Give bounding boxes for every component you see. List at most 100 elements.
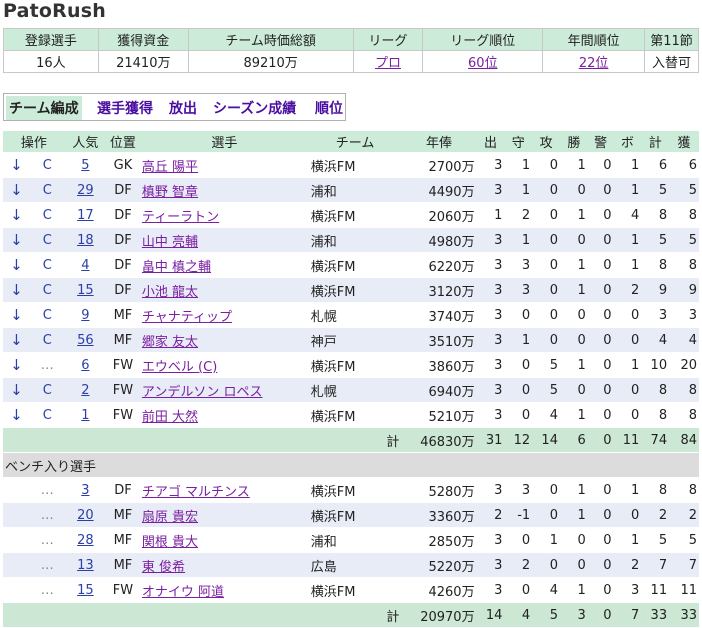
demote-arrow-icon[interactable]: ↓ — [3, 277, 30, 303]
captain-button[interactable]: C — [29, 202, 65, 228]
captain-button[interactable]: C — [29, 227, 65, 253]
player-name-link[interactable]: チアゴ マルチンス — [142, 485, 250, 500]
more-options-icon[interactable]: … — [29, 577, 65, 603]
stat-apps: 2 — [476, 502, 505, 528]
popularity-rank-link[interactable]: 28 — [77, 533, 94, 548]
tab-standings[interactable]: 順位 — [315, 98, 343, 118]
total-bonus: 7 — [613, 602, 642, 628]
stat-bonus: 0 — [613, 327, 642, 353]
captain-button[interactable]: C — [29, 152, 65, 178]
more-options-icon[interactable]: … — [29, 502, 65, 528]
captain-button[interactable]: C — [29, 402, 65, 428]
stat-earned: 7 — [669, 552, 699, 578]
popularity-rank-link[interactable]: 18 — [77, 233, 94, 248]
demote-arrow-icon[interactable]: ↓ — [3, 327, 30, 353]
popularity-link[interactable]: 5 — [64, 152, 106, 178]
stat-attack: 4 — [532, 577, 560, 603]
captain-button[interactable]: C — [29, 327, 65, 353]
total-warnings: 0 — [587, 602, 614, 628]
popularity-rank-link[interactable]: 56 — [77, 333, 94, 348]
more-options-icon[interactable]: … — [29, 552, 65, 578]
player-name-link[interactable]: 郷家 友太 — [142, 335, 198, 350]
popularity-link[interactable]: 18 — [64, 227, 106, 253]
captain-button[interactable]: C — [29, 302, 65, 328]
stat-bonus: 2 — [613, 552, 642, 578]
bench-row: … 28 MF 関根 貴大 浦和 2850万 3 0 1 0 0 1 5 5 — [3, 527, 699, 553]
popularity-link[interactable]: 2 — [64, 377, 106, 403]
tab-release[interactable]: 放出 — [169, 98, 197, 118]
league-rank-link[interactable]: 60位 — [468, 56, 498, 71]
annual-rank-link[interactable]: 22位 — [579, 56, 609, 71]
tab-team-formation[interactable]: チーム編成 — [6, 96, 82, 120]
player-name-link[interactable]: 前田 大然 — [142, 410, 198, 425]
demote-arrow-icon[interactable]: ↓ — [3, 227, 30, 253]
player-name-link[interactable]: エウベル (C) — [142, 360, 217, 375]
popularity-link[interactable]: 15 — [64, 277, 106, 303]
popularity-rank-link[interactable]: 20 — [77, 508, 94, 523]
column-header-player: 選手 — [139, 131, 309, 153]
player-name-link[interactable]: 関根 貴大 — [142, 535, 198, 550]
demote-arrow-icon[interactable]: ↓ — [3, 377, 30, 403]
popularity-link[interactable]: 17 — [64, 202, 106, 228]
player-name-link[interactable]: 小池 龍太 — [142, 285, 198, 300]
popularity-link[interactable]: 56 — [64, 327, 106, 353]
captain-button[interactable]: C — [29, 177, 65, 203]
demote-arrow-icon[interactable]: ↓ — [3, 177, 30, 203]
popularity-rank-link[interactable]: 2 — [81, 383, 89, 398]
stat-bonus: 0 — [613, 302, 642, 328]
stat-attack: 0 — [532, 202, 560, 228]
stat-wins: 0 — [559, 302, 588, 328]
popularity-link[interactable]: 29 — [64, 177, 106, 203]
captain-button[interactable]: C — [29, 377, 65, 403]
player-name-link[interactable]: 東 俊希 — [142, 560, 185, 575]
popularity-rank-link[interactable]: 9 — [81, 308, 89, 323]
more-options-icon[interactable]: … — [29, 527, 65, 553]
popularity-rank-link[interactable]: 6 — [81, 358, 89, 373]
player-name-cell: チアゴ マルチンス — [139, 477, 309, 503]
player-name-link[interactable]: ティーラトン — [142, 210, 219, 225]
demote-arrow-icon[interactable]: ↓ — [3, 252, 30, 278]
popularity-link[interactable]: 15 — [64, 577, 106, 603]
column-header-team: チーム — [308, 131, 402, 153]
tab-player-acquisition[interactable]: 選手獲得 — [97, 98, 153, 118]
demote-arrow-icon[interactable]: ↓ — [3, 352, 30, 378]
more-options-icon[interactable]: … — [29, 352, 65, 378]
popularity-link[interactable]: 20 — [64, 502, 106, 528]
stat-bonus: 0 — [613, 402, 642, 428]
player-name-link[interactable]: アンデルソン ロペス — [142, 385, 263, 400]
popularity-link[interactable]: 1 — [64, 402, 106, 428]
player-name-link[interactable]: 高丘 陽平 — [142, 160, 198, 175]
demote-arrow-icon[interactable]: ↓ — [3, 202, 30, 228]
demote-arrow-icon[interactable]: ↓ — [3, 402, 30, 428]
tab-season-results[interactable]: シーズン成績 — [213, 98, 296, 118]
popularity-link[interactable]: 6 — [64, 352, 106, 378]
player-name-link[interactable]: チャナティップ — [142, 310, 232, 325]
player-name-link[interactable]: 山中 亮輔 — [142, 235, 198, 250]
popularity-rank-link[interactable]: 15 — [77, 583, 94, 598]
captain-button[interactable]: C — [29, 277, 65, 303]
more-options-icon[interactable]: … — [29, 477, 65, 503]
player-name-link[interactable]: 扇原 貴宏 — [142, 510, 198, 525]
captain-button[interactable]: C — [29, 252, 65, 278]
team-label: 横浜FM — [308, 352, 402, 378]
popularity-link[interactable]: 28 — [64, 527, 106, 553]
summary-header-team-value: チーム時価総額 — [187, 28, 354, 51]
popularity-link[interactable]: 13 — [64, 552, 106, 578]
popularity-rank-link[interactable]: 4 — [81, 258, 89, 273]
demote-arrow-icon[interactable]: ↓ — [3, 302, 30, 328]
popularity-link[interactable]: 3 — [64, 477, 106, 503]
popularity-rank-link[interactable]: 15 — [77, 283, 94, 298]
popularity-rank-link[interactable]: 17 — [77, 208, 94, 223]
popularity-rank-link[interactable]: 1 — [81, 408, 89, 423]
popularity-link[interactable]: 4 — [64, 252, 106, 278]
popularity-rank-link[interactable]: 13 — [77, 558, 94, 573]
popularity-rank-link[interactable]: 3 — [81, 483, 89, 498]
player-name-link[interactable]: 槙野 智章 — [142, 185, 198, 200]
player-name-link[interactable]: 畠中 槙之輔 — [142, 260, 211, 275]
player-name-link[interactable]: オナイウ 阿道 — [142, 585, 224, 600]
demote-arrow-icon[interactable]: ↓ — [3, 152, 30, 178]
league-link[interactable]: プロ — [375, 56, 401, 71]
popularity-link[interactable]: 9 — [64, 302, 106, 328]
popularity-rank-link[interactable]: 29 — [77, 183, 94, 198]
popularity-rank-link[interactable]: 5 — [81, 158, 89, 173]
